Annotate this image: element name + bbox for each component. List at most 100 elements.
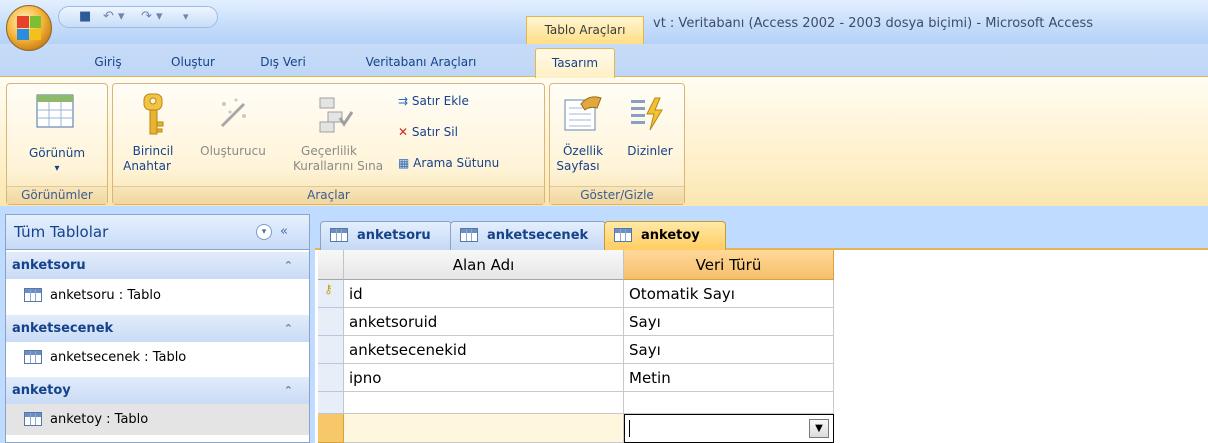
view-button[interactable]: Görünüm ▾ [20,90,94,180]
primary-key-label-1: Birincil [132,144,174,158]
tab-olustur[interactable]: Oluştur [158,50,228,74]
group-label: Araçlar [113,186,544,204]
nav-group-anketoy[interactable]: anketoy ⌃ [6,377,309,404]
row-selector[interactable] [318,364,344,392]
delete-rows-button[interactable]: ✕ Satır Sil [398,123,458,141]
office-button[interactable] [6,5,52,51]
group-label: Görünümler [7,186,107,204]
insert-rows-icon: ⇉ [398,94,409,108]
row-selector[interactable] [318,308,344,336]
new-field-name-cell[interactable] [344,414,624,443]
doc-tab-anketsoru[interactable]: anketsoru [320,221,452,250]
delete-rows-icon: ✕ [398,125,409,139]
navigation-pane-header[interactable]: Tüm Tablolar ▾ « [5,214,310,250]
field-name-cell-empty[interactable] [344,392,624,414]
tab-giris[interactable]: Giriş [80,50,136,74]
office-logo-icon [17,16,41,40]
key-icon [143,93,164,135]
field-name-cell[interactable]: ipno [344,364,624,392]
column-header-data-type[interactable]: Veri Türü [624,250,834,280]
table-icon [24,412,42,426]
validation-label-1: Geçerlilik [301,144,357,158]
nav-menu-dropdown-icon[interactable]: ▾ [256,224,272,240]
tab-tasarim[interactable]: Tasarım [535,48,615,78]
undo-icon[interactable]: ↶ ▾ [103,9,125,25]
row-selector[interactable]: ⚷ [318,280,344,308]
data-type-cell[interactable]: Otomatik Sayı [624,280,834,308]
data-type-cell[interactable]: Sayı [624,308,834,336]
primary-key-icon: ⚷ [324,282,333,296]
table-icon [460,228,478,242]
window-title: vt : Veritabanı (Access 2002 - 2003 dosy… [653,16,1093,31]
indexes-button[interactable]: Dizinler [619,88,681,182]
property-sheet-label-2: Sayfası [556,159,600,173]
nav-item-anketsoru[interactable]: anketsoru : Tablo [6,280,309,311]
quick-access-toolbar: ■ ↶ ▾ ↷ ▾ ▾ [58,6,218,28]
dropdown-arrow-icon[interactable]: ▼ [809,419,829,438]
doc-tab-anketsecenek[interactable]: anketsecenek [450,221,606,250]
new-data-type-select[interactable]: ▼ [624,414,834,443]
magic-wand-icon [220,98,246,128]
table-icon [614,228,632,242]
data-type-cell[interactable]: Metin [624,364,834,392]
table-icon [330,228,348,242]
indexes-label: Dizinler [627,144,673,158]
builder-label: Oluşturucu [200,144,266,158]
nav-item-label: anketsecenek : Tablo [50,350,187,365]
select-all-corner[interactable] [318,250,344,280]
collapse-icon: ⌃ [283,322,293,335]
lookup-column-label: Arama Sütunu [413,156,500,170]
text-cursor [629,420,630,437]
indexes-icon [631,97,663,131]
column-header-field-name[interactable]: Alan Adı [344,250,624,280]
field-name-cell[interactable]: anketsecenekid [344,336,624,364]
row-selector[interactable] [318,336,344,364]
context-tab-label: Tablo Araçları [526,16,644,44]
row-selector[interactable] [318,392,344,414]
doc-tab-label: anketsecenek [487,228,589,243]
tab-dis-veri[interactable]: Dış Veri [246,50,320,74]
collapse-icon: ⌃ [283,384,293,397]
view-label: Görünüm [28,146,86,160]
tab-veritabani-araclari[interactable]: Veritabanı Araçları [343,50,499,74]
lookup-column-button[interactable]: ▦ Arama Sütunu [398,154,499,172]
data-type-cell-empty[interactable] [624,392,834,414]
test-validation-button[interactable]: Geçerlilik Kurallarını Sına [282,88,394,182]
field-name-cell[interactable]: anketsoruid [344,308,624,336]
primary-key-button[interactable]: Birincil Anahtar [118,88,188,182]
lookup-column-icon: ▦ [398,156,410,170]
nav-item-anketoy[interactable]: anketoy : Tablo [6,404,309,435]
insert-rows-button[interactable]: ⇉ Satır Ekle [398,92,469,110]
nav-item-label: anketsoru : Tablo [50,288,161,303]
doc-tab-anketoy[interactable]: anketoy [604,221,726,252]
redo-icon[interactable]: ↷ ▾ [141,9,163,25]
field-name-cell[interactable]: id [344,280,624,308]
validation-rules-icon [319,97,354,133]
customize-toolbar-icon[interactable]: ▾ [183,9,189,25]
data-type-cell[interactable]: Sayı [624,336,834,364]
validation-label-2: Kurallarını Sına [292,159,384,173]
property-sheet-button[interactable]: Özellik Sayfası [553,88,619,182]
datasheet-view-icon [36,94,74,128]
doc-tab-label: anketoy [641,228,700,243]
collapse-icon: ⌃ [283,259,293,272]
table-icon [24,288,42,302]
row-selector-current[interactable] [318,414,344,443]
nav-group-anketsecenek[interactable]: anketsecenek ⌃ [6,315,309,342]
nav-group-label: anketsecenek [12,321,114,336]
insert-rows-label: Satır Ekle [411,94,469,108]
nav-group-label: anketsoru [12,258,86,273]
doc-tab-label: anketsoru [357,228,431,243]
shutter-bar-close-icon[interactable]: « [280,215,288,249]
property-sheet-label-1: Özellik [562,144,604,158]
nav-item-anketsecenek[interactable]: anketsecenek : Tablo [6,342,309,373]
save-icon[interactable]: ■ [79,9,91,25]
property-sheet-icon [564,96,602,131]
delete-rows-label: Satır Sil [411,125,458,139]
nav-item-label: anketoy : Tablo [50,412,149,427]
chevron-down-icon: ▾ [54,163,60,174]
group-label: Göster/Gizle [550,186,684,204]
builder-button[interactable]: Oluşturucu [186,88,280,182]
nav-group-anketsoru[interactable]: anketsoru ⌃ [6,252,309,279]
primary-key-label-2: Anahtar [123,159,171,173]
